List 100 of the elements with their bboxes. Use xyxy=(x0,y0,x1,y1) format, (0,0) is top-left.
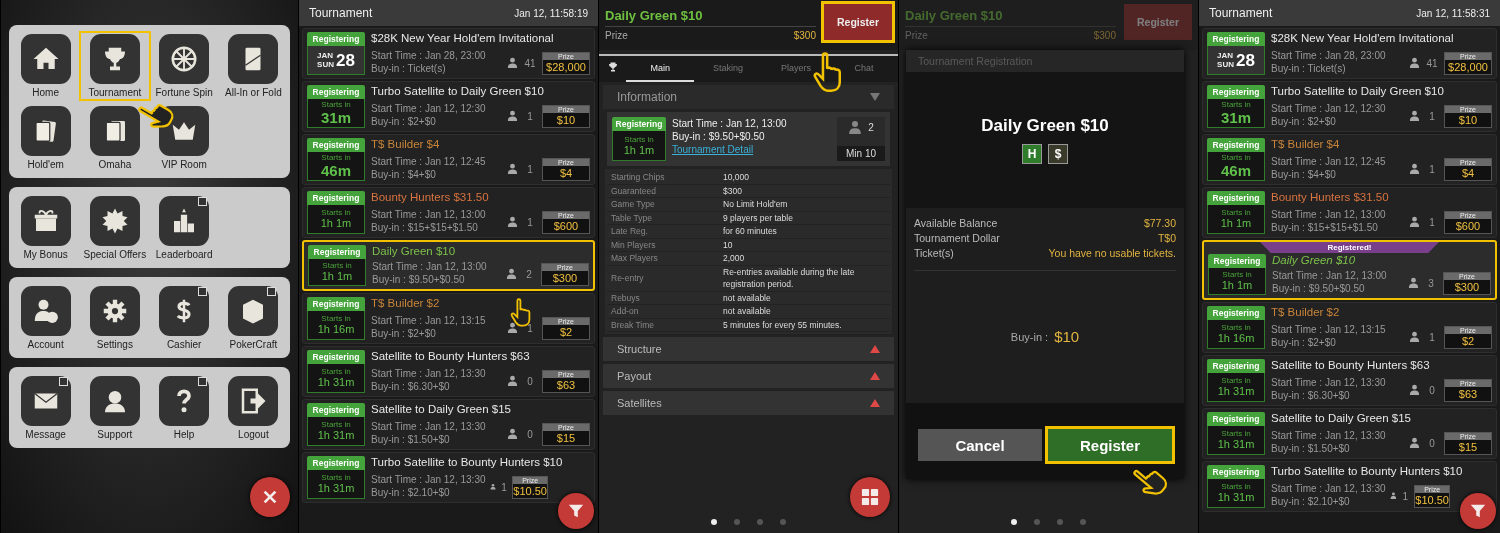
start-time: Start Time : Jan 28, 23:00 xyxy=(1271,50,1387,63)
starts-in-label: Starts in xyxy=(321,368,351,376)
tab[interactable]: Chat xyxy=(830,56,898,82)
tournament-detail-link[interactable]: Tournament Detail xyxy=(672,143,831,156)
countdown-time: 1h 31m xyxy=(1217,386,1255,397)
player-count: 2 xyxy=(868,121,874,133)
player-count: 1 xyxy=(526,164,534,175)
menu-item[interactable]: Help xyxy=(149,374,219,442)
menu-item[interactable]: Leaderboard xyxy=(149,194,219,262)
menu-item[interactable]: Settings xyxy=(80,284,150,352)
prize-amount: $10.50 xyxy=(513,484,547,498)
menu-item[interactable]: Home xyxy=(11,32,81,100)
status-label: Registering xyxy=(1207,465,1265,479)
person-icon xyxy=(507,216,518,227)
prize-amount: $300 xyxy=(793,30,816,41)
section-title: Satellites xyxy=(617,397,662,409)
tournament-name: Turbo Satellite to Bounty Hunters $10 xyxy=(1271,465,1464,477)
register-button[interactable]: Register xyxy=(1048,429,1172,461)
page-dot[interactable] xyxy=(734,519,740,525)
start-time: Start Time : Jan 12, 13:00 xyxy=(372,261,488,274)
menu-item[interactable]: PokerCraft xyxy=(218,284,288,352)
wheel-icon xyxy=(159,34,210,84)
menu-item[interactable]: Account xyxy=(11,284,81,352)
player-count: 1 xyxy=(526,111,534,122)
status-label: Registering xyxy=(307,191,365,205)
menu-item[interactable]: Cashier xyxy=(149,284,219,352)
buy-in: Buy-in : Ticket(s) xyxy=(371,62,447,75)
status-label: Registering xyxy=(1207,306,1265,320)
page-dot[interactable] xyxy=(757,519,763,525)
start-time: Start Time : Jan 12, 13:00 xyxy=(672,117,788,130)
menu-item[interactable]: Omaha xyxy=(80,104,150,172)
section-header[interactable]: Information xyxy=(603,85,894,109)
menu-item[interactable]: Fortune Spin xyxy=(149,32,219,100)
game-badge: $ xyxy=(1048,144,1068,164)
menu-item[interactable]: Logout xyxy=(218,374,288,442)
menu-item[interactable]: My Bonus xyxy=(11,194,81,262)
menu-item[interactable]: Tournament xyxy=(80,32,150,100)
buy-in-amount: $10 xyxy=(1054,328,1080,346)
screen-title: Tournament xyxy=(309,6,373,20)
balance-value: T$0 xyxy=(1157,231,1176,247)
tab[interactable]: Players xyxy=(762,56,831,82)
start-time: Start Time : Jan 12, 13:00 xyxy=(371,209,487,222)
starts-in-label: Starts in xyxy=(624,135,654,144)
menu-item[interactable]: Support xyxy=(80,374,150,442)
min-players: Min 10 xyxy=(837,146,885,161)
prize-label: Prize xyxy=(605,30,628,41)
menu-item[interactable]: Special Offers xyxy=(80,194,150,262)
detail-label: Game Type xyxy=(611,198,656,211)
prize-amount: $600 xyxy=(553,219,579,233)
tab[interactable]: Staking xyxy=(694,56,763,82)
date-month: JAN xyxy=(1217,51,1234,60)
close-button[interactable] xyxy=(250,477,290,517)
clock-time: Jan 12, 11:58:19 xyxy=(514,7,588,19)
menu-item[interactable]: All-In or Fold xyxy=(218,32,288,100)
page-dot[interactable] xyxy=(711,519,717,525)
detail-value: $300 xyxy=(723,184,743,197)
buy-in: Buy-in : $15+$15+$1.50 xyxy=(371,221,479,234)
countdown-time: 1h 31m xyxy=(1217,439,1255,450)
page-dot[interactable] xyxy=(780,519,786,525)
grid-menu-button[interactable] xyxy=(850,477,890,517)
buy-in: Buy-in : $2+$0 xyxy=(1271,336,1337,349)
player-count: 0 xyxy=(1428,438,1436,449)
screen-title: Tournament xyxy=(1209,6,1273,20)
prize-amount: $300 xyxy=(552,271,578,285)
filter-button[interactable] xyxy=(1460,493,1496,529)
register-button[interactable]: Register xyxy=(824,4,892,40)
prize-amount: $15 xyxy=(556,431,576,445)
menu-item[interactable]: Message xyxy=(11,374,81,442)
crown-icon xyxy=(159,106,210,156)
tournament-name: T$ Builder $4 xyxy=(1271,138,1341,150)
podium-icon xyxy=(159,196,210,246)
buy-in: Buy-in : $9.50+$0.50 xyxy=(372,273,466,286)
status-label: Registering xyxy=(307,456,365,470)
player-count: 1 xyxy=(1428,217,1436,228)
page-dot[interactable] xyxy=(1080,519,1086,525)
starts-in-label: Starts in xyxy=(1221,430,1251,438)
cancel-button[interactable]: Cancel xyxy=(918,429,1042,461)
player-count: 41 xyxy=(523,58,537,69)
menu-item[interactable]: Hold'em xyxy=(11,104,81,172)
date-month: JAN xyxy=(317,51,334,60)
starts-in-label: Starts in xyxy=(1221,154,1251,162)
page-dot[interactable] xyxy=(1011,519,1017,525)
prize-amount: $63 xyxy=(556,378,576,392)
tab[interactable]: Main xyxy=(626,56,695,82)
countdown-time: 1h 16m xyxy=(1217,333,1255,344)
section-header[interactable]: Satellites xyxy=(603,391,894,415)
person-icon xyxy=(1409,57,1420,68)
filter-button[interactable] xyxy=(558,493,594,529)
date-day: 28 xyxy=(1236,51,1255,69)
detail-value: 2,000 xyxy=(723,252,746,265)
section-header[interactable]: Payout xyxy=(603,364,894,388)
section-header[interactable]: Structure xyxy=(603,337,894,361)
balance-label: Ticket(s) xyxy=(914,246,954,262)
menu-item[interactable]: VIP Room xyxy=(149,104,219,172)
status-label: Registering xyxy=(307,32,365,46)
player-count: 0 xyxy=(1428,385,1436,396)
page-dot[interactable] xyxy=(1057,519,1063,525)
status-label: Registering xyxy=(1207,85,1265,99)
page-dot[interactable] xyxy=(1034,519,1040,525)
detail-label: Break Time xyxy=(611,318,655,331)
